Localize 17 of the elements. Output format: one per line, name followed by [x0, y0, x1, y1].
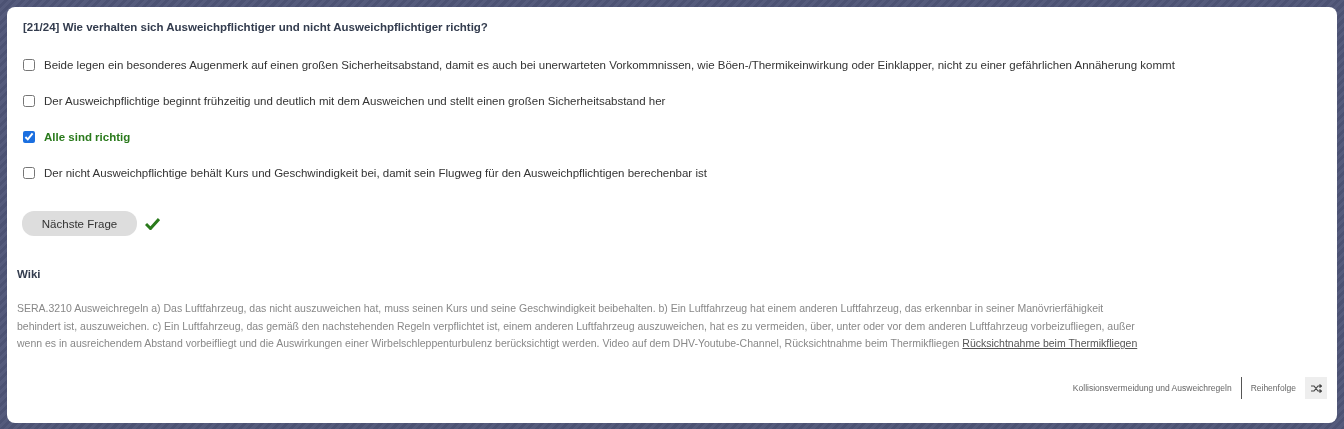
- wiki-heading: Wiki: [17, 268, 42, 280]
- answer-label: Alle sind richtig: [44, 131, 131, 143]
- answer-label: Der nicht Ausweichpflichtige behält Kurs und Geschwindigkeit bei, damit sein Flugweg für den Ausweichpflichtigen berechenbar ist: [44, 167, 707, 179]
- answer-checkbox[interactable]: [23, 167, 35, 179]
- answer-checkbox[interactable]: [23, 95, 35, 107]
- answer-label: Der Ausweichpflichtige beginnt frühzeitig und deutlich mit dem Ausweichen und stellt einen großen Sicherheitsabstand her: [44, 95, 666, 107]
- question-title: [21/24] Wie verhalten sich Ausweichpflichtiger und nicht Ausweichpflichtiger richtig?: [23, 21, 489, 33]
- wiki-text: SERA.3210 Ausweichregeln a) Das Luftfahrzeug, das nicht auszuweichen hat, muss seinen Kurs und seine Geschwindigkeit beibehalten. b) Ein Luftfahrzeug hat einem anderen Luftfahrzeug, das erkennbar in seiner Manövrierfähigkeit behindert ist, auszuweichen. c) Ein Luftfahrzeug, das gemäß den nachstehenden Regeln verpflichtet ist, einem anderen Luftfahrzeug auszuweichen, hat es zu vermeiden, über, unter oder vor dem anderen Luftfahrzeug vorbeizufliegen, außer wenn es in ausreichendem Abstand vorbeifliegt und die Auswirkungen einer Wirbelschleppenturbulenz berücksichtigt werden. Video auf dem DHV-Youtube-Channel, Rücksichtnahme beim Thermikfliegen Rücksichtnahme beim Thermikfliegen: [17, 301, 1139, 351]
- wiki-link[interactable]: Rücksichtnahme beim Thermikfliegen: [962, 337, 1138, 349]
- order-label: Reihenfolge: [1249, 383, 1297, 393]
- shuffle-button[interactable]: [1305, 377, 1327, 399]
- answer-checkbox[interactable]: [23, 131, 35, 143]
- shuffle-icon: [1310, 383, 1322, 393]
- answer-checkbox[interactable]: [23, 59, 35, 71]
- next-question-button[interactable]: Nächste Frage: [22, 211, 137, 236]
- category-label: Kollisionsvermeidung und Ausweichregeln: [1072, 383, 1233, 393]
- answer-label: Beide legen ein besonderes Augenmerk auf einen großen Sicherheitsabstand, damit es auch bei unerwarteten Vorkommnissen, wie Böen-/Thermikeinwirkung oder Einklapper, nicht zu einer gefährlichen Annäherung kommt: [44, 59, 1175, 71]
